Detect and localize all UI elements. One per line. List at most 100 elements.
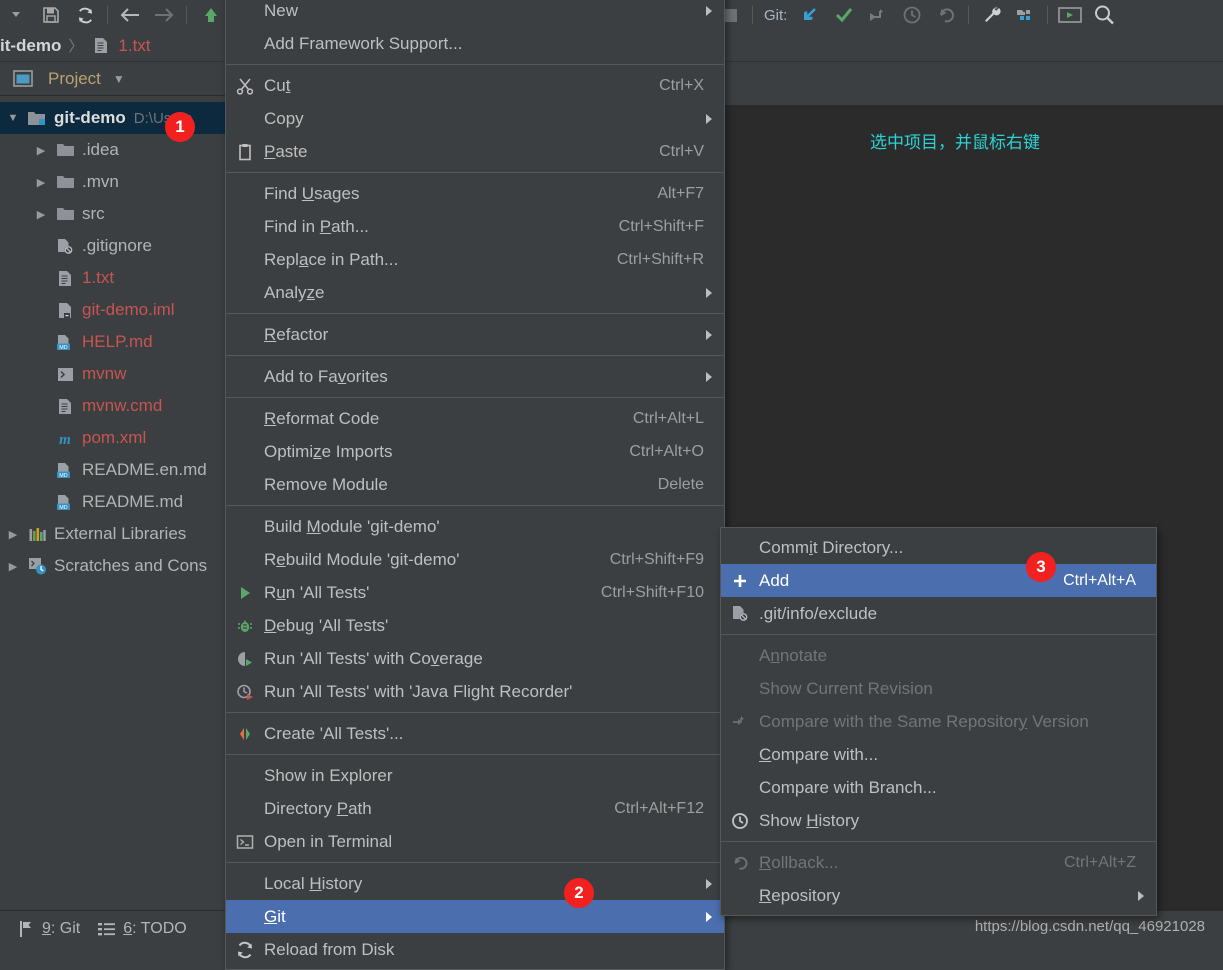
menu-item-label: Run 'All Tests' with 'Java Flight Record… xyxy=(264,681,573,701)
menu-item-show-in-explorer[interactable]: Show in Explorer xyxy=(226,759,724,792)
menu-item-label: Show in Explorer xyxy=(264,765,393,785)
menu-item-find-in-path[interactable]: Find in Path... Ctrl+Shift+F xyxy=(226,210,724,243)
settings-wrench-icon[interactable] xyxy=(974,0,1008,30)
menu-item-label: Commit Directory... xyxy=(759,537,904,557)
project-context-menu[interactable]: New Add Framework Support... Cut Ctrl+X Copy… xyxy=(225,0,725,970)
tree-node-label: src xyxy=(82,204,105,223)
git-commit-icon[interactable] xyxy=(827,0,861,30)
project-structure-icon[interactable] xyxy=(1008,0,1042,30)
libraries-icon xyxy=(26,526,48,543)
menu-item-directory-path[interactable]: Directory Path Ctrl+Alt+F12 xyxy=(226,792,724,825)
menu-item-debug-all-tests[interactable]: Debug 'All Tests' xyxy=(226,609,724,642)
status-bar-item-todo[interactable]: 6: TODO xyxy=(98,920,187,938)
git-update-icon[interactable] xyxy=(793,0,827,30)
menu-item-run-all-tests-with-java-flight-recorder[interactable]: Run 'All Tests' with 'Java Flight Record… xyxy=(226,675,724,708)
menu-item-open-in-terminal[interactable]: Open in Terminal xyxy=(226,825,724,858)
tree-node--mvn[interactable]: ▶ .mvn xyxy=(0,166,225,198)
chevron-right-icon[interactable]: ▶ xyxy=(0,528,26,541)
menu-item-new[interactable]: New xyxy=(226,0,724,27)
chevron-right-icon[interactable]: ▶ xyxy=(28,144,54,157)
menu-item-analyze[interactable]: Analyze xyxy=(226,276,724,309)
tree-node-readme-en-md[interactable]: MD README.en.md xyxy=(0,454,225,486)
git-menu-item-add[interactable]: Add Ctrl+Alt+A xyxy=(721,564,1156,597)
menu-item-optimize-imports[interactable]: Optimize Imports Ctrl+Alt+O xyxy=(226,435,724,468)
menu-separator xyxy=(226,355,724,356)
run-configuration-icon[interactable] xyxy=(1053,0,1087,30)
menu-item-reformat-code[interactable]: Reformat Code Ctrl+Alt+L xyxy=(226,402,724,435)
menu-item-add-to-favorites[interactable]: Add to Favorites xyxy=(226,360,724,393)
git-submenu[interactable]: Commit Directory... Add Ctrl+Alt+A .git/inf… xyxy=(720,527,1157,916)
chevron-right-icon[interactable]: ▶ xyxy=(0,560,26,573)
git-rollback-icon[interactable] xyxy=(929,0,963,30)
status-bar-item-number: 9 xyxy=(42,919,51,937)
tree-node-pom-xml[interactable]: m pom.xml xyxy=(0,422,225,454)
back-icon[interactable] xyxy=(113,0,147,30)
menu-item-cut[interactable]: Cut Ctrl+X xyxy=(226,69,724,102)
tree-node-help-md[interactable]: MD HELP.md xyxy=(0,326,225,358)
project-tree[interactable]: ▼ git-demo D:\Users ▶ .idea ▶ .mvn ▶ src .gitigno… xyxy=(0,96,225,910)
git-history-icon[interactable] xyxy=(895,0,929,30)
tree-node--idea[interactable]: ▶ .idea xyxy=(0,134,225,166)
menu-item-rebuild-module-git-demo[interactable]: Rebuild Module 'git-demo' Ctrl+Shift+F9 xyxy=(226,543,724,576)
status-bar-item-git[interactable]: 9: Git xyxy=(18,920,80,938)
plus-icon xyxy=(721,572,759,590)
menu-item-paste[interactable]: Paste Ctrl+V xyxy=(226,135,724,168)
menu-item-create-all-tests[interactable]: Create 'All Tests'... xyxy=(226,717,724,750)
tree-node-readme-md[interactable]: MD README.md xyxy=(0,486,225,518)
menu-item-git[interactable]: Git xyxy=(226,900,724,933)
git-menu-item-commit-directory[interactable]: Commit Directory... xyxy=(721,531,1156,564)
menu-item-add-framework-support[interactable]: Add Framework Support... xyxy=(226,27,724,60)
menu-separator xyxy=(721,634,1156,635)
menu-item-label: Paste xyxy=(264,141,308,161)
tree-node-src[interactable]: ▶ src xyxy=(0,198,225,230)
menu-item-replace-in-path[interactable]: Replace in Path... Ctrl+Shift+R xyxy=(226,243,724,276)
menu-item-run-all-tests[interactable]: Run 'All Tests' Ctrl+Shift+F10 xyxy=(226,576,724,609)
menu-item-copy[interactable]: Copy xyxy=(226,102,724,135)
tree-node-1-txt[interactable]: 1.txt xyxy=(0,262,225,294)
menu-item-find-usages[interactable]: Find Usages Alt+F7 xyxy=(226,177,724,210)
chevron-right-icon[interactable]: ▶ xyxy=(28,208,54,221)
git-menu-item-repository[interactable]: Repository xyxy=(721,879,1156,912)
chevron-down-icon[interactable]: ▼ xyxy=(0,112,26,124)
tree-node-mvnw-cmd[interactable]: mvnw.cmd xyxy=(0,390,225,422)
project-window-icon xyxy=(12,70,34,87)
menu-item-shortcut: Ctrl+Shift+F10 xyxy=(600,583,704,601)
git-menu-item-show-history[interactable]: Show History xyxy=(721,804,1156,837)
chevron-right-icon[interactable]: ▶ xyxy=(28,176,54,189)
tree-node-external-libraries[interactable]: ▶ External Libraries xyxy=(0,518,225,550)
menu-item-shortcut: Ctrl+X xyxy=(659,76,704,94)
breadcrumb-project[interactable]: it-demo xyxy=(0,36,61,56)
run-icon[interactable] xyxy=(194,0,228,30)
save-all-icon[interactable] xyxy=(34,0,68,30)
git-menu-item-compare-with[interactable]: Compare with... xyxy=(721,738,1156,771)
menu-item-shortcut: Ctrl+Alt+A xyxy=(1063,571,1136,589)
menu-item-refactor[interactable]: Refactor xyxy=(226,318,724,351)
git-menu-item-compare-with-branch[interactable]: Compare with Branch... xyxy=(721,771,1156,804)
run-green-icon xyxy=(226,584,264,602)
menu-item-remove-module[interactable]: Remove Module Delete xyxy=(226,468,724,501)
dropdown-icon[interactable] xyxy=(0,0,34,30)
clipboard-icon xyxy=(226,143,264,161)
search-everywhere-icon[interactable] xyxy=(1087,0,1121,30)
chevron-down-icon[interactable]: ▼ xyxy=(113,72,125,86)
tree-node-scratches-and-cons[interactable]: ▶ Scratches and Cons xyxy=(0,550,225,582)
menu-item-label: .git/info/exclude xyxy=(759,603,878,623)
toolbar-divider xyxy=(107,6,108,24)
tree-node-label: External Libraries xyxy=(54,524,187,543)
menu-item-reload-from-disk[interactable]: Reload from Disk xyxy=(226,933,724,966)
tree-node-label: mvnw.cmd xyxy=(82,396,163,415)
menu-item-build-module-git-demo[interactable]: Build Module 'git-demo' xyxy=(226,510,724,543)
sync-icon[interactable] xyxy=(68,0,102,30)
breadcrumb-file[interactable]: 1.txt xyxy=(118,36,150,56)
tree-node-git-demo-iml[interactable]: git-demo.iml xyxy=(0,294,225,326)
menu-separator xyxy=(226,397,724,398)
tree-node-mvnw[interactable]: mvnw xyxy=(0,358,225,390)
project-panel-header[interactable]: Project ▼ xyxy=(0,62,225,96)
menu-item-label: Build Module 'git-demo' xyxy=(264,516,440,536)
git-menu-item--git-info-exclude[interactable]: .git/info/exclude xyxy=(721,597,1156,630)
menu-item-local-history[interactable]: Local History xyxy=(226,867,724,900)
menu-item-run-all-tests-with-coverage[interactable]: Run 'All Tests' with Coverage xyxy=(226,642,724,675)
git-push-icon[interactable] xyxy=(861,0,895,30)
forward-icon[interactable] xyxy=(147,0,181,30)
tree-node--gitignore[interactable]: .gitignore xyxy=(0,230,225,262)
